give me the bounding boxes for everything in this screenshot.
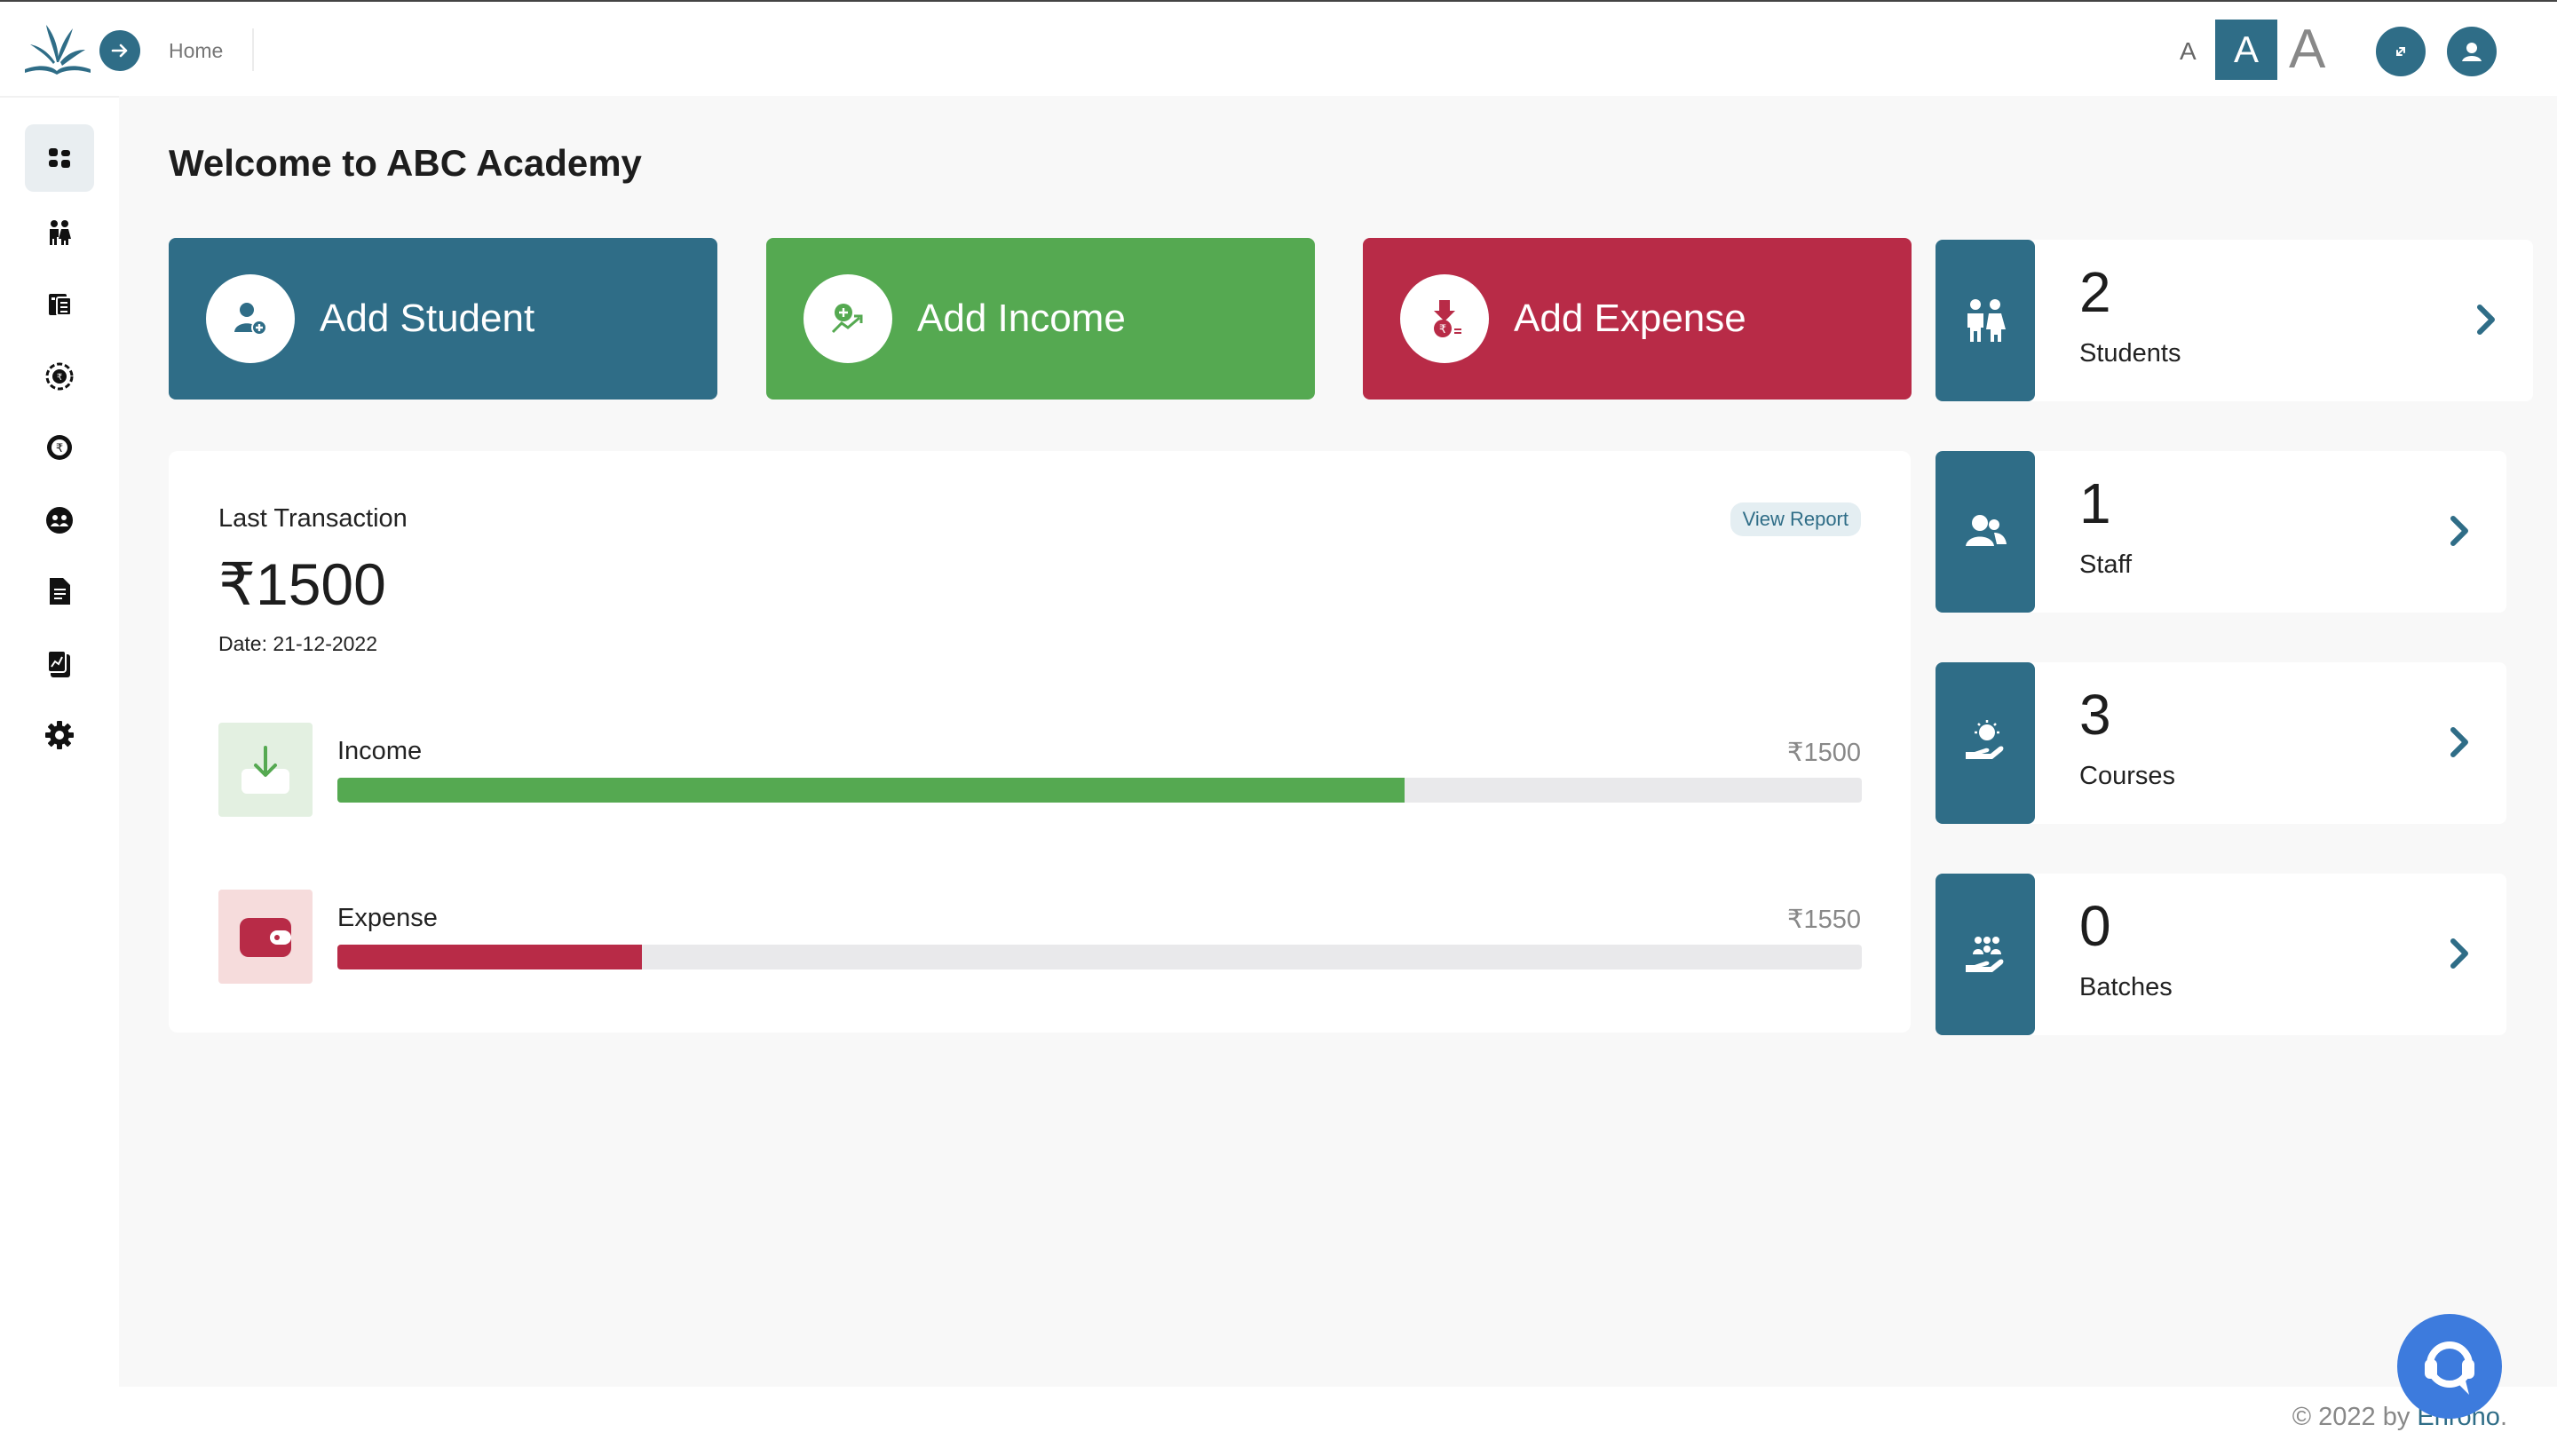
expense-row-icon [218,890,313,984]
income-progress-track [337,778,1862,803]
staff-stat-icon-block [1936,451,2035,613]
add-income-button[interactable]: Add Income [766,238,1315,400]
expense-row-value: ₹1550 [1787,906,1861,934]
add-expense-icon-circle: ₹ [1400,274,1489,363]
last-transaction-label: Last Transaction [218,504,408,533]
user-icon [2462,43,2482,61]
chat-support-button[interactable] [2397,1314,2502,1419]
students-icon [1967,299,2006,342]
expense-row-label: Expense [337,904,438,932]
top-bar: Home A A A [0,2,2557,96]
courses-icon [49,294,72,316]
sidebar-toggle-button[interactable] [99,30,140,71]
chevron-right-icon [2450,727,2468,757]
income-row-icon [218,723,313,817]
courses-count: 3 [2079,683,2111,747]
sidebar-item-income[interactable]: ₹ [25,343,94,410]
income-growth-icon [831,304,863,334]
batches-stat-icon-block [1936,874,2035,1035]
footer: © 2022 by Enrono. [119,1387,2557,1456]
download-tray-icon [241,746,289,794]
add-expense-label: Add Expense [1514,297,1746,340]
sidebar-item-students[interactable] [25,199,94,266]
expense-progress-track [337,945,1862,969]
students-icon [50,220,71,245]
add-income-icon-circle [804,274,892,363]
income-progress-fill [337,778,1405,803]
gear-icon [45,721,74,749]
page-title: Welcome to ABC Academy [169,142,642,184]
sidebar: ₹ ₹ [0,96,119,1456]
batches-stat-card[interactable]: 0 Batches [1936,874,2506,1035]
sidebar-item-settings[interactable] [25,701,94,769]
courses-stat-icon-block [1936,662,2035,824]
add-income-label: Add Income [917,297,1126,340]
document-icon [50,578,70,605]
staff-icon [46,507,73,534]
breadcrumb-home[interactable]: Home [169,39,223,63]
last-transaction-amount: ₹1500 [218,551,386,617]
expense-down-icon: ₹ [1434,300,1461,337]
breadcrumb-divider [252,28,254,71]
headset-chat-icon [2425,1341,2474,1395]
add-student-label: Add Student [320,297,535,340]
idea-hand-icon [1966,720,2004,759]
income-row-value: ₹1500 [1787,739,1861,767]
staff-count: 1 [2079,471,2111,535]
wallet-icon [240,918,291,957]
chevron-right-icon [2450,938,2468,969]
academy-logo[interactable] [21,20,92,82]
income-row-label: Income [337,737,423,765]
view-report-button[interactable]: View Report [1730,502,1861,536]
svg-text:₹: ₹ [57,373,62,383]
staff-icon [1966,515,2007,546]
batches-count: 0 [2079,894,2111,958]
arrow-right-icon [111,44,128,58]
last-transaction-panel: Last Transaction View Report ₹1500 Date:… [169,451,1911,1033]
font-size-medium-button[interactable]: A [2215,20,2277,80]
chevron-right-icon [2477,305,2495,335]
students-stat-icon-block [1936,240,2035,401]
fullscreen-button[interactable] [2376,27,2426,76]
group-hand-icon [1966,937,2004,972]
staff-label: Staff [2079,550,2133,579]
last-transaction-date: Date: 21-12-2022 [218,632,378,655]
students-stat-card[interactable]: 2 Students [1936,240,2533,401]
footer-suffix: . [2499,1403,2507,1431]
font-size-large-button[interactable]: A [2289,18,2325,82]
chevron-right-icon [2450,516,2468,546]
report-icon [47,650,70,677]
expense-progress-fill [337,945,643,969]
add-user-icon [234,303,267,336]
user-menu-button[interactable] [2447,27,2497,76]
expand-icon [2396,47,2405,56]
courses-label: Courses [2079,762,2175,790]
sidebar-item-dashboard[interactable] [25,124,94,192]
income-icon: ₹ [45,362,74,391]
add-expense-button[interactable]: ₹ Add Expense [1363,238,1912,400]
sidebar-item-reports[interactable] [25,630,94,698]
svg-text:₹: ₹ [1439,323,1446,336]
sidebar-item-courses[interactable] [25,270,94,337]
students-label: Students [2079,339,2181,368]
add-student-icon-circle [206,274,295,363]
add-student-button[interactable]: Add Student [169,238,717,400]
footer-prefix: © 2022 by [2292,1403,2418,1431]
expense-icon: ₹ [47,435,72,460]
staff-stat-card[interactable]: 1 Staff [1936,451,2506,613]
svg-text:₹: ₹ [56,442,63,455]
dashboard-icon [49,148,70,168]
sidebar-item-documents[interactable] [25,558,94,625]
sidebar-item-expense[interactable]: ₹ [25,414,94,481]
font-size-small-button[interactable]: A [2180,37,2197,66]
sidebar-item-staff[interactable] [25,487,94,554]
courses-stat-card[interactable]: 3 Courses [1936,662,2506,824]
batches-label: Batches [2079,973,2173,1001]
students-count: 2 [2079,260,2111,324]
